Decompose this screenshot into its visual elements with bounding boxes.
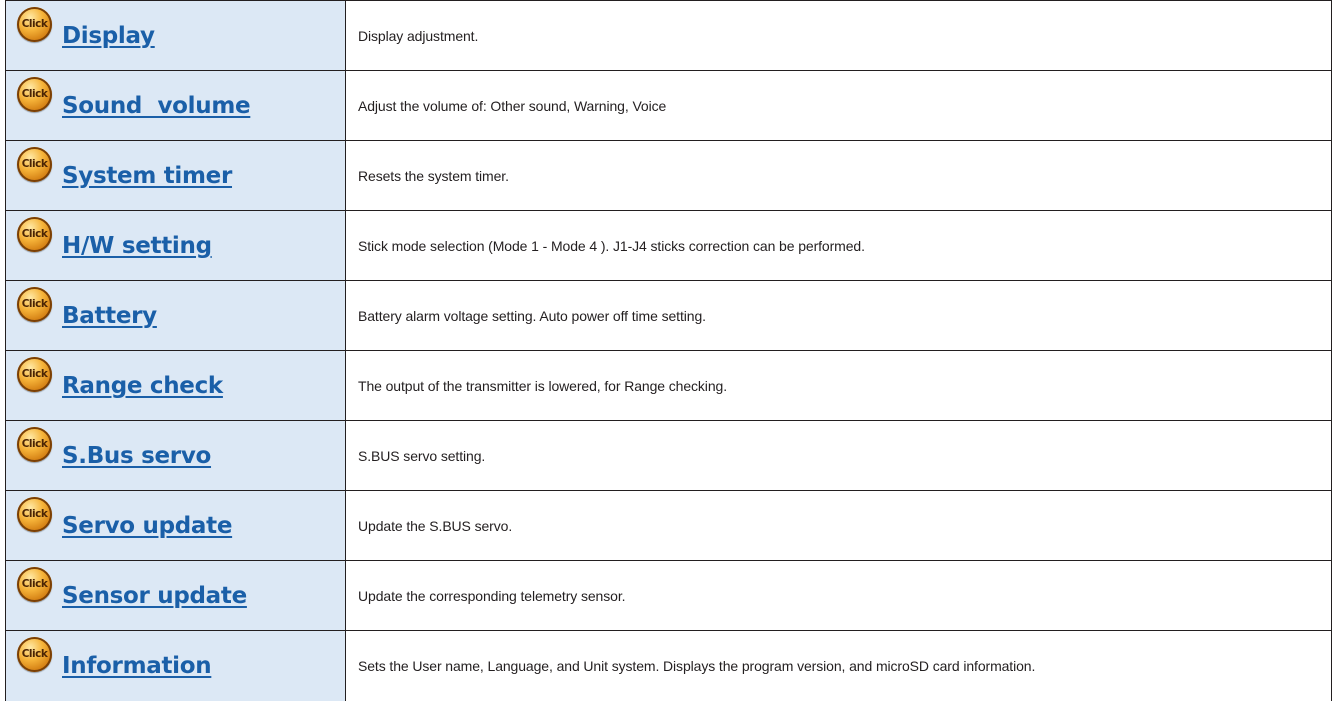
menu-item-cell: Click Range check xyxy=(5,350,346,421)
table-row: Click Servo update Update the S.BUS servo… xyxy=(5,490,1332,561)
menu-link-sbus-servo[interactable]: S.Bus servo xyxy=(62,443,211,469)
table-row: Click Battery Battery alarm voltage setti… xyxy=(5,280,1332,351)
menu-link-sound-volume[interactable]: Sound volume xyxy=(62,93,251,119)
menu-link-information[interactable]: Information xyxy=(62,653,212,679)
click-badge-icon[interactable]: Click xyxy=(17,497,52,532)
menu-item-cell: Click Sensor update xyxy=(5,560,346,631)
menu-item-cell: Click Information xyxy=(5,630,346,701)
menu-item-cell: Click H/W setting xyxy=(5,210,346,281)
table-row: Click S.Bus servo S.BUS servo setting. xyxy=(5,420,1332,491)
click-badge-icon[interactable]: Click xyxy=(17,567,52,602)
menu-item-description: Stick mode selection (Mode 1 - Mode 4 ).… xyxy=(345,210,1332,281)
menu-item-description: Update the corresponding telemetry senso… xyxy=(345,560,1332,631)
menu-link-hw-setting[interactable]: H/W setting xyxy=(62,233,212,259)
menu-item-cell: Click Servo update xyxy=(5,490,346,561)
menu-item-cell: Click System timer xyxy=(5,140,346,211)
menu-item-cell: Click Display xyxy=(5,0,346,71)
click-badge-icon[interactable]: Click xyxy=(17,217,52,252)
table-row: Click H/W setting Stick mode selection (M… xyxy=(5,210,1332,281)
menu-link-display[interactable]: Display xyxy=(62,23,155,49)
menu-link-sensor-update[interactable]: Sensor update xyxy=(62,583,247,609)
system-menu-table: Click Display Display adjustment. Click So… xyxy=(5,0,1332,701)
menu-link-battery[interactable]: Battery xyxy=(62,303,157,329)
table-row: Click Display Display adjustment. xyxy=(5,0,1332,71)
menu-item-description: S.BUS servo setting. xyxy=(345,420,1332,491)
menu-link-servo-update[interactable]: Servo update xyxy=(62,513,232,539)
click-badge-icon[interactable]: Click xyxy=(17,427,52,462)
click-badge-icon[interactable]: Click xyxy=(17,637,52,673)
click-badge-icon[interactable]: Click xyxy=(17,7,52,42)
click-badge-icon[interactable]: Click xyxy=(17,147,52,182)
menu-item-description: Update the S.BUS servo. xyxy=(345,490,1332,561)
menu-item-description: Resets the system timer. xyxy=(345,140,1332,211)
menu-item-cell: Click S.Bus servo xyxy=(5,420,346,491)
menu-item-description: Adjust the volume of: Other sound, Warni… xyxy=(345,70,1332,141)
menu-link-range-check[interactable]: Range check xyxy=(62,373,223,399)
menu-item-description: Battery alarm voltage setting. Auto powe… xyxy=(345,280,1332,351)
menu-item-description: Sets the User name, Language, and Unit s… xyxy=(345,630,1332,701)
table-row: Click System timer Resets the system time… xyxy=(5,140,1332,211)
menu-item-cell: Click Sound volume xyxy=(5,70,346,141)
table-row: Click Information Sets the User name, Lan… xyxy=(5,630,1332,701)
click-badge-icon[interactable]: Click xyxy=(17,357,52,392)
table-row: Click Sound volume Adjust the volume of: … xyxy=(5,70,1332,141)
click-badge-icon[interactable]: Click xyxy=(17,77,52,112)
table-row: Click Range check The output of the trans… xyxy=(5,350,1332,421)
menu-link-system-timer[interactable]: System timer xyxy=(62,163,232,189)
menu-item-description: Display adjustment. xyxy=(345,0,1332,71)
click-badge-icon[interactable]: Click xyxy=(17,287,52,322)
table-row: Click Sensor update Update the correspond… xyxy=(5,560,1332,631)
menu-item-cell: Click Battery xyxy=(5,280,346,351)
menu-item-description: The output of the transmitter is lowered… xyxy=(345,350,1332,421)
